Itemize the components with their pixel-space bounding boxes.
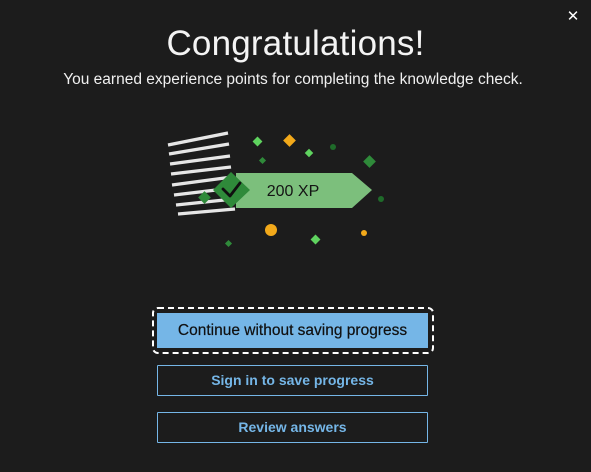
xp-badge: 200 XP — [213, 172, 372, 208]
congratulations-dialog: ✕ Congratulations! You earned experience… — [0, 0, 591, 472]
xp-celebration-illustration: 200 XP — [167, 131, 384, 248]
sign-in-button[interactable]: Sign in to save progress — [157, 365, 428, 396]
continue-without-saving-button[interactable]: Continue without saving progress — [157, 313, 428, 348]
xp-label: 200 XP — [267, 183, 319, 200]
review-answers-button[interactable]: Review answers — [157, 412, 428, 443]
